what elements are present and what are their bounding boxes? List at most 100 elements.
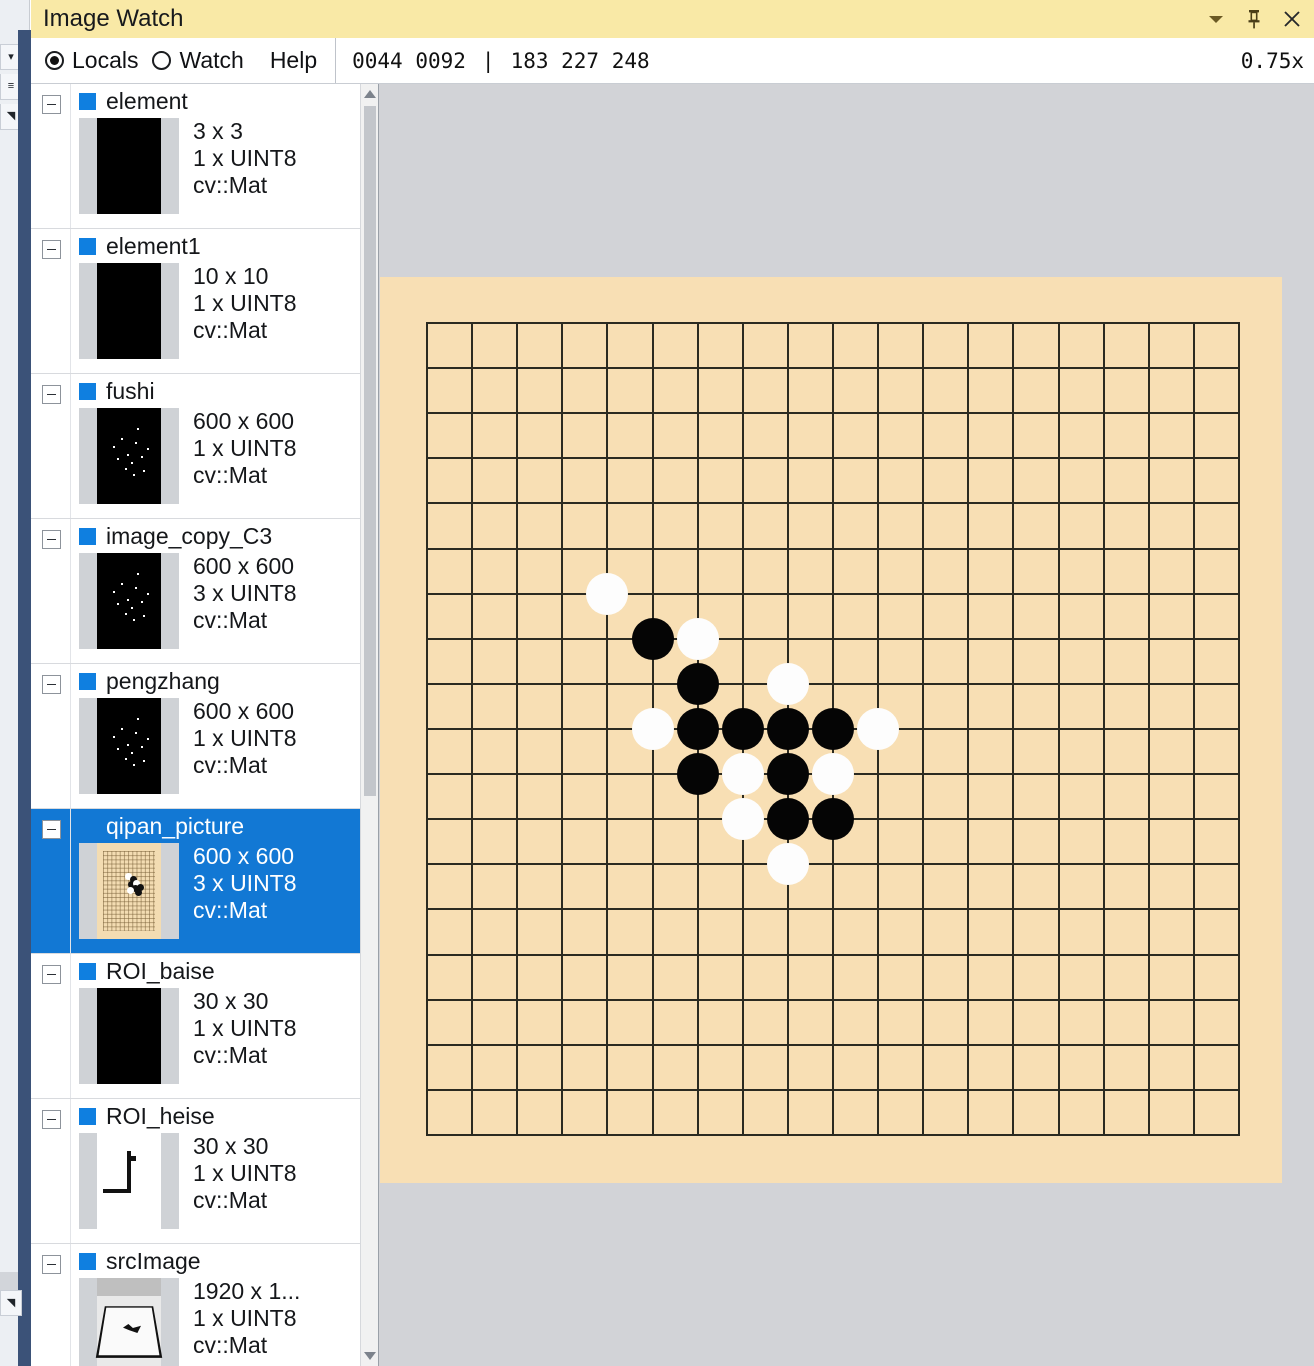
go-stone-black (676, 708, 719, 750)
grid-line-vertical (967, 322, 969, 1136)
dock-bottom-button[interactable]: ◥ (0, 1290, 22, 1316)
zoom-level[interactable]: 0.75x (1241, 49, 1304, 73)
variable-dimensions: 3 x 3 (193, 118, 243, 144)
help-link[interactable]: Help (270, 47, 317, 74)
row-body: ROI_heise 30 x 30 1 x UINT8 cv::Mat (71, 1099, 361, 1243)
variable-datatype: 1 x UINT8 (193, 145, 297, 172)
go-stone-black (766, 708, 809, 750)
image-watch-window: ▾ ≡ ◥ ◥ Image Watch Locals Watch Help 00… (0, 0, 1314, 1366)
locals-row-pengzhang[interactable]: pengzhang 600 x 600 1 x UINT8 cv::Mat (31, 664, 361, 809)
variable-metadata: 600 x 600 3 x UINT8 cv::Mat (193, 843, 297, 924)
locals-scrollbar[interactable] (360, 84, 378, 1366)
variable-metadata: 600 x 600 1 x UINT8 cv::Mat (193, 408, 297, 489)
row-body: srcImage1920 x 1... 1 x UINT8 cv::Mat (71, 1244, 361, 1366)
variable-thumbnail[interactable] (79, 843, 179, 939)
variable-color-swatch (79, 92, 96, 110)
variable-class: cv::Mat (193, 752, 268, 779)
variable-color-swatch (79, 237, 96, 255)
go-stone-black (766, 798, 809, 841)
variable-dimensions: 600 x 600 (193, 408, 295, 434)
expander-collapse-icon[interactable] (42, 965, 61, 984)
expander-collapse-icon[interactable] (42, 1110, 61, 1129)
expander-collapse-icon[interactable] (42, 385, 61, 404)
radio-watch[interactable]: Watch (152, 47, 244, 74)
expander-collapse-icon[interactable] (42, 530, 61, 549)
variable-color-swatch (79, 1107, 96, 1125)
row-gutter (31, 519, 71, 663)
go-stone-white (766, 662, 809, 705)
grid-line-vertical (1012, 322, 1014, 1136)
row-body: qipan_picture 600 x 600 3 x UINT8 cv::Mat (71, 809, 361, 953)
expander-collapse-icon[interactable] (42, 95, 61, 114)
scroll-down-arrow-icon[interactable] (361, 1346, 378, 1366)
locals-row-ROI_baise[interactable]: ROI_baise 30 x 30 1 x UINT8 cv::Mat (31, 954, 361, 1099)
go-board-image (380, 277, 1282, 1183)
variable-color-swatch (79, 1252, 96, 1270)
variable-thumbnail[interactable] (79, 698, 179, 794)
cursor-coordinates: 0044 0092 (352, 48, 466, 73)
variable-dimensions: 10 x 10 (193, 263, 269, 289)
toolbar-divider (335, 38, 337, 83)
expander-collapse-icon[interactable] (42, 820, 61, 839)
variable-thumbnail[interactable] (79, 1133, 179, 1229)
variable-class: cv::Mat (193, 1042, 268, 1069)
variable-dimensions: 30 x 30 (193, 1133, 269, 1159)
variable-datatype: 3 x UINT8 (193, 870, 297, 897)
image-viewer[interactable] (379, 84, 1314, 1366)
radio-locals[interactable]: Locals (45, 47, 138, 74)
pin-icon[interactable] (1236, 2, 1272, 36)
coordinate-value-separator: | (481, 48, 495, 73)
variable-metadata: 30 x 30 1 x UINT8 cv::Mat (193, 1133, 297, 1214)
go-stone-white (812, 753, 854, 796)
expander-collapse-icon[interactable] (42, 1255, 61, 1274)
row-header: element1 (79, 229, 361, 263)
variable-class: cv::Mat (193, 607, 268, 634)
chevron-down-glyph (1209, 16, 1223, 23)
scroll-down-glyph (364, 1352, 376, 1360)
locals-row-element[interactable]: element 3 x 31 x UINT8 cv::Mat (31, 84, 361, 229)
view-mode-radio-group: Locals Watch (31, 47, 244, 74)
variable-thumbnail[interactable] (79, 553, 179, 649)
expander-collapse-icon[interactable] (42, 675, 61, 694)
row-content: 1920 x 1... 1 x UINT8 cv::Mat (79, 1278, 361, 1366)
variable-color-swatch (79, 382, 96, 400)
variable-dimensions: 600 x 600 (193, 698, 295, 724)
row-header: srcImage (79, 1244, 361, 1278)
variable-datatype: 1 x UINT8 (193, 725, 297, 752)
variable-class: cv::Mat (193, 897, 268, 924)
go-stone-black (721, 708, 764, 750)
variable-name: srcImage (106, 1247, 201, 1274)
go-stone-white (766, 843, 809, 886)
locals-row-srcImage[interactable]: srcImage1920 x 1... 1 x UINT8 cv::Mat (31, 1244, 361, 1366)
grid-line-vertical (1238, 322, 1240, 1136)
dock-rail (18, 30, 31, 1366)
go-stone-black (766, 753, 809, 796)
grid-line-horizontal (426, 954, 1240, 956)
row-header: image_copy_C3 (79, 519, 361, 553)
row-gutter (31, 1244, 71, 1366)
variable-thumbnail[interactable] (79, 408, 179, 504)
variable-datatype: 3 x UINT8 (193, 580, 297, 607)
expander-collapse-icon[interactable] (42, 240, 61, 259)
window-controls (1198, 0, 1310, 38)
variable-color-swatch (79, 818, 96, 835)
row-body: ROI_baise 30 x 30 1 x UINT8 cv::Mat (71, 954, 361, 1098)
variable-thumbnail[interactable] (79, 118, 179, 214)
locals-row-qipan_picture[interactable]: qipan_picture 600 x 600 3 x UINT8 cv::Mat (31, 809, 361, 954)
window-title: Image Watch (43, 5, 184, 32)
row-content: 600 x 600 1 x UINT8 cv::Mat (79, 698, 361, 794)
scroll-up-arrow-icon[interactable] (361, 84, 378, 104)
locals-row-ROI_heise[interactable]: ROI_heise 30 x 30 1 x UINT8 cv::Mat (31, 1099, 361, 1244)
variable-thumbnail[interactable] (79, 1278, 179, 1366)
row-header: pengzhang (79, 664, 361, 698)
locals-row-fushi[interactable]: fushi 600 x 600 1 x UINT8 cv::Mat (31, 374, 361, 519)
scrollbar-thumb[interactable] (364, 106, 376, 796)
variable-thumbnail[interactable] (79, 988, 179, 1084)
chevron-down-icon[interactable] (1198, 2, 1234, 36)
locals-row-image_copy_C3[interactable]: image_copy_C3 600 x 600 3 x UINT8 cv::Mat (31, 519, 361, 664)
radio-locals-indicator (45, 51, 64, 70)
locals-row-element1[interactable]: element1 10 x 10 1 x UINT8 cv::Mat (31, 229, 361, 374)
variable-thumbnail[interactable] (79, 263, 179, 359)
close-glyph (1284, 11, 1300, 27)
close-icon[interactable] (1274, 2, 1310, 36)
